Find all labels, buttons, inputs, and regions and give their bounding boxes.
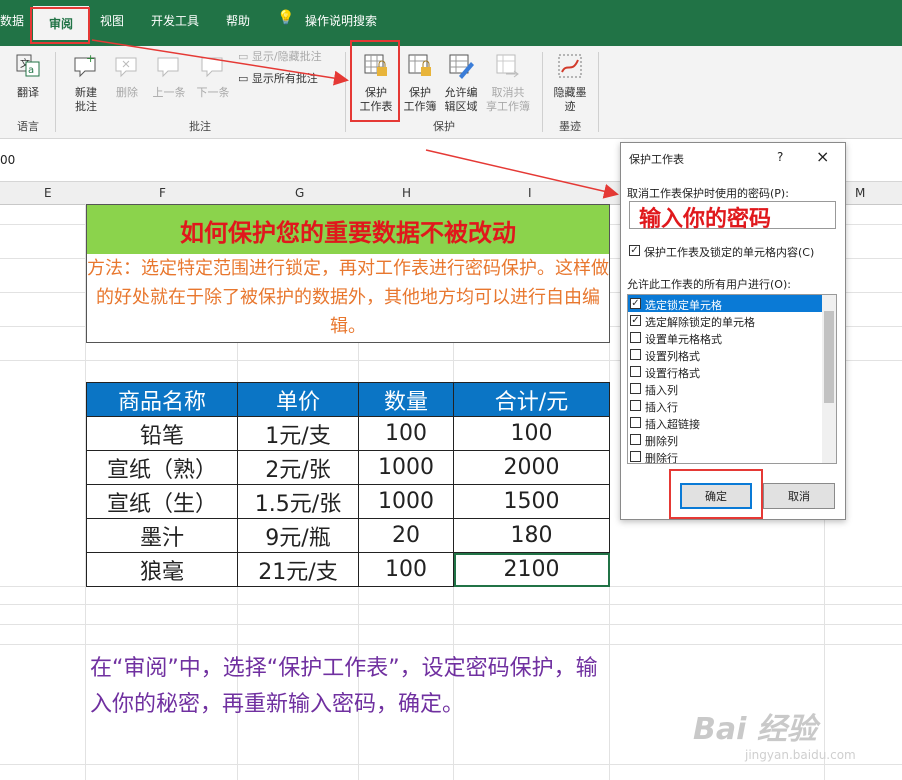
highlight-ok-button — [669, 469, 763, 519]
scrollbar-thumb[interactable] — [824, 311, 834, 403]
list-item[interactable]: 删除列 — [628, 431, 824, 448]
option-checkbox[interactable] — [630, 400, 641, 411]
allow-users-label: 允许此工作表的所有用户进行(O): — [627, 278, 791, 291]
option-checkbox[interactable]: ✓ — [630, 298, 641, 309]
baidu-watermark-logo: Bai 经验 — [693, 712, 817, 747]
list-item[interactable]: ✓ 选定解除锁定的单元格 — [628, 312, 824, 329]
baidu-watermark-url: jingyan.baidu.com — [745, 748, 856, 762]
list-item[interactable]: 插入行 — [628, 397, 824, 414]
arrow-review-to-protect — [91, 39, 349, 86]
password-hint-text: 输入你的密码 — [639, 207, 772, 232]
arrow-to-password — [425, 149, 619, 199]
permissions-list[interactable]: ✓ 选定锁定单元格 ✓ 选定解除锁定的单元格 设置单元格格式 设置列格式 设置行… — [627, 294, 837, 464]
list-scrollbar[interactable] — [822, 295, 836, 463]
list-item[interactable]: 设置单元格格式 — [628, 329, 824, 346]
list-item[interactable]: 插入超链接 — [628, 414, 824, 431]
dialog-title: 保护工作表 — [629, 153, 684, 166]
list-item[interactable]: ✓ 选定锁定单元格 — [628, 295, 824, 312]
option-checkbox[interactable]: ✓ — [630, 315, 641, 326]
option-checkbox[interactable] — [630, 434, 641, 445]
cancel-button[interactable]: 取消 — [763, 483, 835, 509]
option-checkbox[interactable] — [630, 383, 641, 394]
option-checkbox[interactable] — [630, 366, 641, 377]
close-icon[interactable]: × — [816, 147, 829, 166]
option-checkbox[interactable] — [630, 332, 641, 343]
list-item[interactable]: 删除行 — [628, 448, 824, 463]
option-checkbox[interactable] — [630, 451, 641, 462]
list-item[interactable]: 插入列 — [628, 380, 824, 397]
list-item[interactable]: 设置行格式 — [628, 363, 824, 380]
protect-cells-label: 保护工作表及锁定的单元格内容(C) — [644, 246, 815, 259]
list-item[interactable]: 设置列格式 — [628, 346, 824, 363]
password-label: 取消工作表保护时使用的密码(P): — [627, 187, 789, 200]
protect-cells-checkbox[interactable]: ✓ — [629, 245, 640, 256]
protect-sheet-dialog: 保护工作表 ? × 取消工作表保护时使用的密码(P): 输入你的密码 ✓ 保护工… — [620, 142, 846, 520]
option-checkbox[interactable] — [630, 417, 641, 428]
option-checkbox[interactable] — [630, 349, 641, 360]
help-button[interactable]: ? — [777, 150, 783, 164]
